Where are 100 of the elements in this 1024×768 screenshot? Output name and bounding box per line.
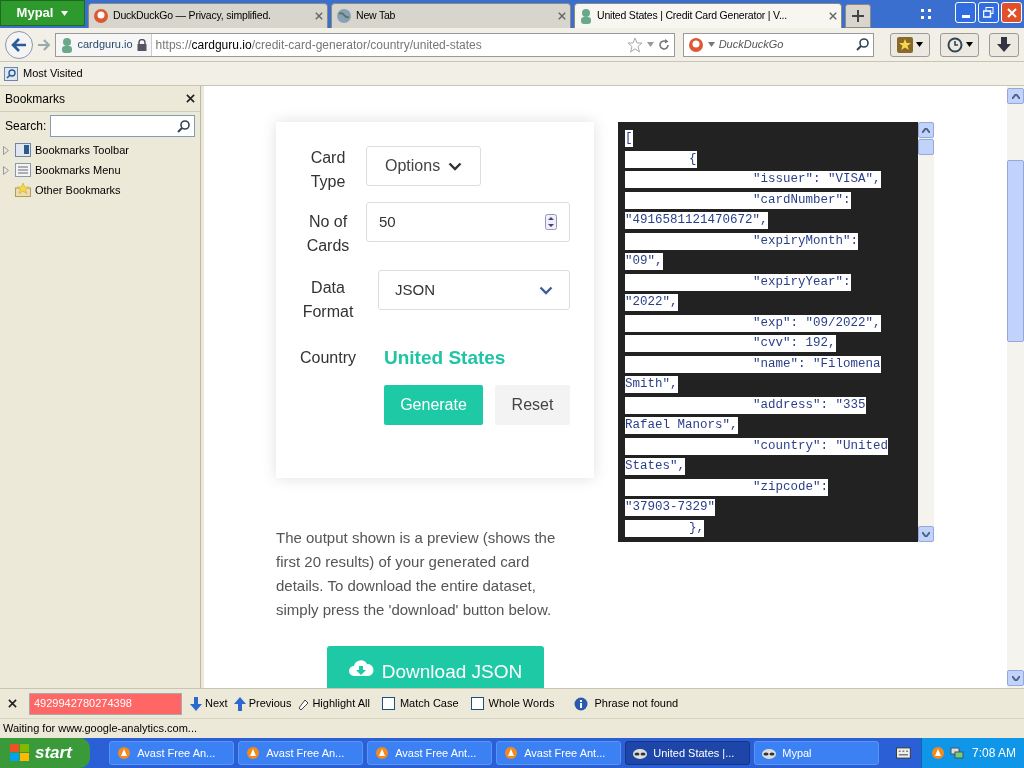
- toolbar-icon: [15, 143, 31, 157]
- field-label: Card Type: [309, 148, 347, 192]
- scroll-down-button[interactable]: [1007, 670, 1024, 686]
- tab-title: United States | Credit Card Generator | V...: [597, 8, 789, 24]
- chevron-down-icon: [448, 161, 462, 171]
- bookmark-folder[interactable]: Bookmarks Menu: [0, 160, 200, 180]
- history-button[interactable]: [939, 32, 980, 57]
- back-button[interactable]: [5, 30, 33, 59]
- star-folder-icon: [15, 183, 31, 197]
- keyboard-icon[interactable]: [896, 747, 911, 759]
- clock: 7:08 AM: [971, 745, 1016, 762]
- restore-button[interactable]: [978, 2, 999, 23]
- country-name: United States: [384, 346, 506, 370]
- bookmark-folder[interactable]: Bookmarks Toolbar: [0, 140, 200, 160]
- reset-button[interactable]: Reset: [495, 384, 570, 425]
- browser-tab[interactable]: New Tab: [331, 3, 571, 28]
- scroll-down-button[interactable]: [918, 526, 934, 542]
- field-label: Country: [299, 348, 357, 369]
- close-icon[interactable]: [186, 94, 195, 103]
- field-label: No of Cards: [305, 212, 351, 256]
- person-logo-icon: [579, 8, 593, 24]
- minimize-icon: [961, 15, 970, 18]
- highlighter-icon: [297, 697, 310, 710]
- taskbar-button[interactable]: Avast Free An...: [109, 741, 235, 765]
- duck-icon: [93, 8, 109, 24]
- url-text: https://cardguru.io/credit-card-generator/country/united-states: [154, 36, 483, 54]
- find-next-button[interactable]: Next: [190, 695, 228, 712]
- browser-tab[interactable]: United States | Credit Card Generator | V...: [574, 3, 842, 28]
- app-menu-button[interactable]: Mypal: [0, 0, 85, 26]
- search-placeholder: DuckDuckGo: [718, 37, 785, 53]
- tab-title: DuckDuckGo — Privacy, simplified.: [113, 8, 272, 24]
- bookmark-item[interactable]: Most Visited: [4, 65, 83, 82]
- taskbar-button[interactable]: Avast Free An...: [238, 741, 364, 765]
- scroll-up-button[interactable]: [1007, 88, 1024, 104]
- dropdown-arrow-icon: [646, 42, 654, 47]
- lock-icon: [136, 38, 147, 51]
- cloud-download-icon: [347, 658, 374, 678]
- sidebar-title: Bookmarks: [5, 90, 66, 108]
- restore-icon: [983, 7, 994, 18]
- sidebar-search-field[interactable]: [50, 115, 195, 137]
- data-format-select[interactable]: JSON: [378, 270, 570, 310]
- search-icon[interactable]: [856, 38, 870, 51]
- search-field[interactable]: DuckDuckGo: [682, 32, 875, 57]
- close-icon[interactable]: [8, 699, 17, 708]
- site-identity: cardguru.io: [77, 37, 133, 53]
- search-icon: [177, 119, 190, 133]
- bookmark-folder[interactable]: Other Bookmarks: [0, 180, 200, 200]
- dropdown-arrow-icon: [707, 42, 715, 47]
- back-arrow-icon: [10, 37, 27, 52]
- status-text: Waiting for www.google-analytics.com...: [3, 721, 197, 737]
- find-status: Phrase not found: [594, 696, 679, 712]
- spinner-icon[interactable]: [545, 214, 557, 230]
- download-arrow-icon: [997, 36, 1012, 53]
- tab-title: New Tab: [356, 8, 397, 24]
- scroll-up-button[interactable]: [918, 122, 934, 138]
- find-option-checkbox[interactable]: Whole Words: [470, 695, 555, 712]
- tab-list-icon[interactable]: [920, 8, 932, 20]
- taskbar-button[interactable]: Mypal: [754, 741, 880, 765]
- avast-icon: [116, 745, 133, 761]
- caret-icon: [916, 42, 924, 47]
- clock-icon: [946, 36, 963, 53]
- bookmarks-button[interactable]: [890, 32, 930, 57]
- new-tab-button[interactable]: [845, 4, 871, 28]
- scroll-thumb[interactable]: [1007, 160, 1024, 342]
- browser-tab[interactable]: DuckDuckGo — Privacy, simplified.: [88, 3, 328, 28]
- dropdown-arrow-icon: [61, 10, 69, 16]
- avast-icon: [245, 745, 262, 761]
- taskbar-button[interactable]: United States |...: [625, 741, 751, 765]
- star-icon[interactable]: [626, 36, 643, 53]
- network-icon: [949, 746, 964, 760]
- downloads-button[interactable]: [989, 32, 1019, 57]
- up-arrow-icon: [233, 696, 246, 711]
- duck-icon: [687, 36, 704, 53]
- start-button[interactable]: start: [0, 738, 91, 768]
- taskbar-button[interactable]: Avast Free Ant...: [367, 741, 493, 765]
- down-arrow-icon: [190, 696, 202, 711]
- highlight-all-button[interactable]: Highlight All: [297, 695, 370, 712]
- menu-list-icon: [15, 163, 31, 177]
- chevron-down-icon: [539, 285, 553, 295]
- avast-icon: [374, 745, 391, 761]
- find-option-checkbox[interactable]: Match Case: [381, 695, 459, 712]
- taskbar-button[interactable]: Avast Free Ant...: [496, 741, 622, 765]
- search-page-icon: [4, 66, 18, 81]
- description-paragraph: The output shown is a preview (shows the first 20 results) of your generated card details. To download the entire dataset, simply press the 'download' button below.: [276, 528, 557, 620]
- plus-icon: [852, 10, 864, 22]
- info-icon: [574, 696, 589, 711]
- field-label: Data Format: [301, 278, 355, 322]
- address-bar[interactable]: cardguru.io https://cardguru.io/credit-card-generator/country/united-states: [54, 32, 675, 57]
- star-icon: [897, 36, 914, 53]
- scroll-thumb[interactable]: [918, 139, 934, 155]
- minimize-button[interactable]: [955, 2, 976, 23]
- card-count-input[interactable]: 50: [366, 202, 570, 242]
- close-window-button[interactable]: [1001, 2, 1022, 23]
- reload-icon[interactable]: [657, 38, 670, 51]
- find-previous-button[interactable]: Previous: [233, 695, 292, 712]
- avast-icon: [503, 745, 520, 761]
- avast-icon: [929, 745, 946, 761]
- card-type-select[interactable]: Options: [366, 146, 481, 186]
- windows-logo-icon: [10, 744, 30, 762]
- search-label: Search:: [5, 118, 47, 135]
